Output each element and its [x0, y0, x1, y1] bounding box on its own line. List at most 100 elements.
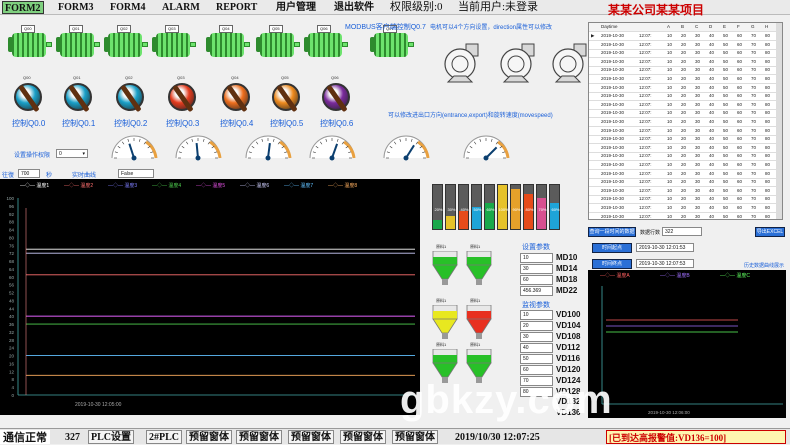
- set-param-input[interactable]: 456.369: [520, 286, 553, 296]
- status-nav-button[interactable]: 预留窗体: [392, 430, 438, 444]
- table-cell: 50: [723, 58, 729, 64]
- table-scrollbar[interactable]: [776, 23, 782, 219]
- status-nav-button[interactable]: 预留窗体: [236, 430, 282, 444]
- set-param-input[interactable]: 60: [520, 275, 553, 285]
- table-header-cell[interactable]: H: [765, 24, 768, 29]
- start-time-input[interactable]: 2019-10-30 12:01:53: [636, 243, 694, 252]
- table-cell: 30: [695, 76, 701, 81]
- control-knob[interactable]: Q06: [322, 75, 350, 111]
- menu-user-management[interactable]: 用户管理: [274, 1, 318, 14]
- table-cell: 20: [681, 101, 687, 107]
- legend-marker-icon: —◇—: [108, 183, 125, 189]
- motor-shaft: [408, 42, 414, 47]
- gauge-hub: [195, 155, 201, 161]
- table-header-cell[interactable]: G: [751, 24, 755, 29]
- data-table[interactable]: Daytime A B C D E F G H ▶ 2019-10-30 12:07: 10 20 30 4…: [588, 22, 783, 220]
- mon-param-value: 40: [520, 343, 553, 353]
- legend-item: —◇— 温度4: [152, 182, 181, 189]
- menu-form2[interactable]: FORM2: [2, 1, 44, 14]
- curve-input[interactable]: False: [118, 169, 154, 178]
- table-cell: 10: [667, 213, 673, 219]
- tank-label: 原料1: [470, 298, 481, 303]
- bar-value-label: 80%: [525, 207, 534, 212]
- status-nav-button[interactable]: 预留窗体: [288, 430, 334, 444]
- table-header-cell[interactable]: E: [723, 24, 726, 29]
- speed-gauge: [245, 135, 292, 161]
- set-param-input[interactable]: 10: [520, 253, 553, 263]
- table-cell: 80: [765, 196, 771, 202]
- start-time-button[interactable]: 时间起点: [592, 243, 632, 253]
- table-header-cell[interactable]: B: [681, 24, 684, 29]
- table-cell: 20: [681, 170, 687, 176]
- control-knob[interactable]: Q05: [272, 75, 300, 111]
- table-cell: 40: [709, 84, 715, 90]
- table-cell: 60: [737, 144, 743, 150]
- control-knob[interactable]: Q00: [14, 75, 42, 111]
- end-time-input[interactable]: 2019-10-30 12:07:53: [636, 259, 694, 268]
- table-cell-date: 2019-10-30: [601, 144, 625, 150]
- tank-funnel: [466, 362, 492, 378]
- control-knob[interactable]: Q03: [168, 75, 196, 111]
- current-user: 当前用户:未登录: [458, 1, 539, 13]
- table-cell: 80: [765, 179, 771, 185]
- legend-marker-icon: —◇—: [152, 183, 169, 189]
- table-cell: 20: [681, 179, 687, 185]
- tank-label: 原料1: [436, 244, 447, 249]
- motor-body: [12, 33, 46, 57]
- tank-fill: [467, 355, 491, 363]
- motor-shaft: [294, 42, 300, 47]
- menu-exit[interactable]: 退出软件: [332, 1, 376, 14]
- count-input[interactable]: 322: [662, 227, 702, 236]
- motor: Q02: [104, 25, 148, 60]
- legend-marker-icon: —◇—: [284, 183, 301, 189]
- period-input[interactable]: 700: [18, 169, 40, 178]
- table-cell: 50: [723, 162, 729, 167]
- mon-param-label: VD116: [556, 354, 581, 363]
- menu-report[interactable]: REPORT: [214, 1, 259, 14]
- perm-select[interactable]: 0 ▾: [56, 149, 88, 158]
- motor-tag: Q00: [21, 25, 35, 33]
- status-nav-button[interactable]: PLC设置: [88, 430, 134, 444]
- control-knob[interactable]: Q04: [222, 75, 250, 111]
- y-tick-label: 72: [9, 251, 15, 256]
- table-cell-date: 2019-10-30: [601, 187, 625, 193]
- table-header-cell[interactable]: A: [667, 24, 670, 29]
- set-param-input[interactable]: 30: [520, 264, 553, 274]
- table-cell: 10: [667, 58, 673, 64]
- table-header-cell[interactable]: D: [709, 24, 712, 29]
- table-cell: 50: [723, 196, 729, 202]
- table-cell-date: 2019-10-30: [601, 213, 625, 219]
- status-nav-button[interactable]: 预留窗体: [340, 430, 386, 444]
- table-cell: 30: [695, 101, 701, 107]
- control-knob[interactable]: Q01: [64, 75, 92, 111]
- table-cell-time: 12:07:: [639, 110, 652, 116]
- table-cell: 30: [695, 127, 701, 133]
- table-row[interactable]: 2019-10-30 12:07: 10 20 30 40 50 60 70 80: [589, 213, 782, 219]
- status-nav-button[interactable]: 预留窗体: [186, 430, 232, 444]
- table-header-cell[interactable]: Daytime: [601, 24, 618, 29]
- motor-body: [308, 33, 342, 57]
- status-datetime: 2019/10/30 12:07:25: [455, 432, 540, 443]
- table-header-cell[interactable]: C: [695, 24, 698, 29]
- table-cell: 30: [695, 162, 701, 167]
- end-time-button[interactable]: 时间终点: [592, 259, 632, 269]
- motor-shaft: [342, 42, 348, 47]
- table-cell: 10: [667, 196, 673, 202]
- menu-alarm[interactable]: ALARM: [160, 1, 202, 14]
- table-cell-time: 12:07:: [639, 144, 652, 150]
- table-cell: 30: [695, 110, 701, 116]
- control-knob[interactable]: Q02: [116, 75, 144, 111]
- table-cell-time: 12:07:: [639, 213, 652, 219]
- motor-body: [260, 33, 294, 57]
- table-header-cell[interactable]: F: [737, 24, 740, 29]
- menu-form4[interactable]: FORM4: [108, 1, 148, 14]
- table-cell: 60: [737, 213, 743, 219]
- table-cell: 70: [751, 33, 757, 38]
- query-button[interactable]: 查询一段时间的数据: [588, 227, 636, 237]
- table-cell-date: 2019-10-30: [601, 93, 625, 99]
- status-nav-button[interactable]: 2#PLC: [146, 430, 182, 444]
- export-excel-button[interactable]: 导出EXCEL: [755, 227, 785, 237]
- table-cell: 70: [751, 119, 757, 124]
- menu-form3[interactable]: FORM3: [56, 1, 96, 14]
- table-cell: 10: [667, 162, 673, 167]
